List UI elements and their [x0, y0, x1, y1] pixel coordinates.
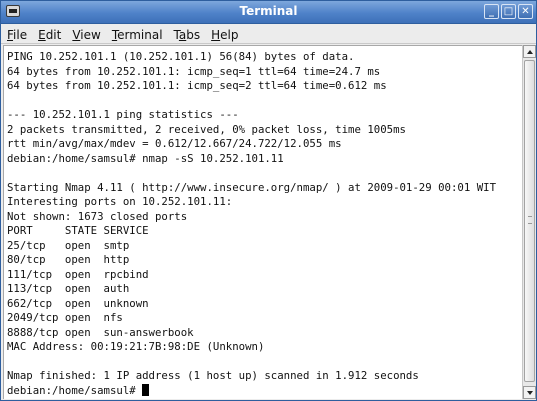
maximize-icon: □: [503, 6, 514, 17]
arrow-down-icon: [527, 391, 533, 395]
title-bar[interactable]: Terminal _ □ ✕: [1, 1, 536, 24]
text-cursor: [142, 383, 150, 396]
terminal-line: 64 bytes from 10.252.101.1: icmp_seq=1 t…: [7, 64, 381, 78]
menu-view[interactable]: View: [66, 26, 105, 43]
terminal-line: Not shown: 1673 closed ports: [7, 209, 188, 223]
maximize-button[interactable]: □: [501, 4, 516, 19]
terminal-line: Starting Nmap 4.11 ( http://www.insecure…: [7, 180, 497, 194]
terminal-line: 113/tcp open auth: [7, 282, 130, 295]
terminal-prompt-line: debian:/home/samsul#: [7, 383, 496, 399]
minimize-button[interactable]: _: [484, 4, 499, 19]
terminal-line: 25/tcp open smtp: [7, 238, 130, 252]
terminal-line: 662/tcp open unknown: [7, 296, 149, 310]
arrow-up-icon: [527, 50, 533, 54]
menu-bar: File Edit View Terminal Tabs Help: [1, 24, 536, 44]
terminal-output[interactable]: PING 10.252.101.1 (10.252.101.1) 56(84) …: [3, 45, 522, 399]
vertical-scrollbar[interactable]: [522, 45, 536, 399]
terminal-line: 8888/tcp open sun-answerbook: [7, 325, 194, 339]
terminal-line: Interesting ports on 10.252.101.11:: [7, 195, 233, 208]
terminal-text: PING 10.252.101.1 (10.252.101.1) 56(84) …: [7, 50, 496, 398]
terminal-line: --- 10.252.101.1 ping statistics ---: [7, 108, 239, 121]
terminal-line: 2049/tcp open nfs: [7, 311, 123, 324]
window-title: Terminal: [239, 4, 298, 18]
close-button[interactable]: ✕: [518, 4, 533, 19]
menu-tabs[interactable]: Tabs: [168, 26, 206, 43]
terminal-line: rtt min/avg/max/mdev = 0.612/12.667/24.7…: [7, 137, 342, 150]
terminal-line: 111/tcp open rpcbind: [7, 267, 149, 281]
terminal-line: 64 bytes from 10.252.101.1: icmp_seq=2 t…: [7, 79, 387, 92]
terminal-line: MAC Address: 00:19:21:7B:98:DE (Unknown): [7, 340, 265, 353]
terminal-line: 80/tcp open http: [7, 253, 130, 266]
terminal-prompt: debian:/home/samsul#: [7, 383, 143, 397]
terminal-line: PING 10.252.101.1 (10.252.101.1) 56(84) …: [7, 50, 355, 63]
menu-edit[interactable]: Edit: [32, 26, 66, 43]
scroll-up-button[interactable]: [523, 45, 536, 58]
scroll-down-button[interactable]: [523, 386, 536, 399]
terminal-line: 2 packets transmitted, 2 received, 0% pa…: [7, 122, 406, 136]
terminal-line: debian:/home/samsul# nmap -sS 10.252.101…: [7, 151, 284, 165]
terminal-line: Nmap finished: 1 IP address (1 host up) …: [7, 369, 419, 382]
minimize-icon: _: [489, 6, 494, 17]
scrollbar-thumb[interactable]: [524, 60, 535, 382]
menu-terminal[interactable]: Terminal: [106, 26, 168, 43]
terminal-window: Terminal _ □ ✕ File Edit View Terminal Tabs H…: [0, 0, 537, 401]
menu-file[interactable]: File: [1, 26, 32, 43]
terminal-line: PORT STATE SERVICE: [7, 224, 149, 237]
grip-icon: [528, 216, 532, 224]
menu-help[interactable]: Help: [205, 26, 243, 43]
close-icon: ✕: [521, 6, 530, 17]
